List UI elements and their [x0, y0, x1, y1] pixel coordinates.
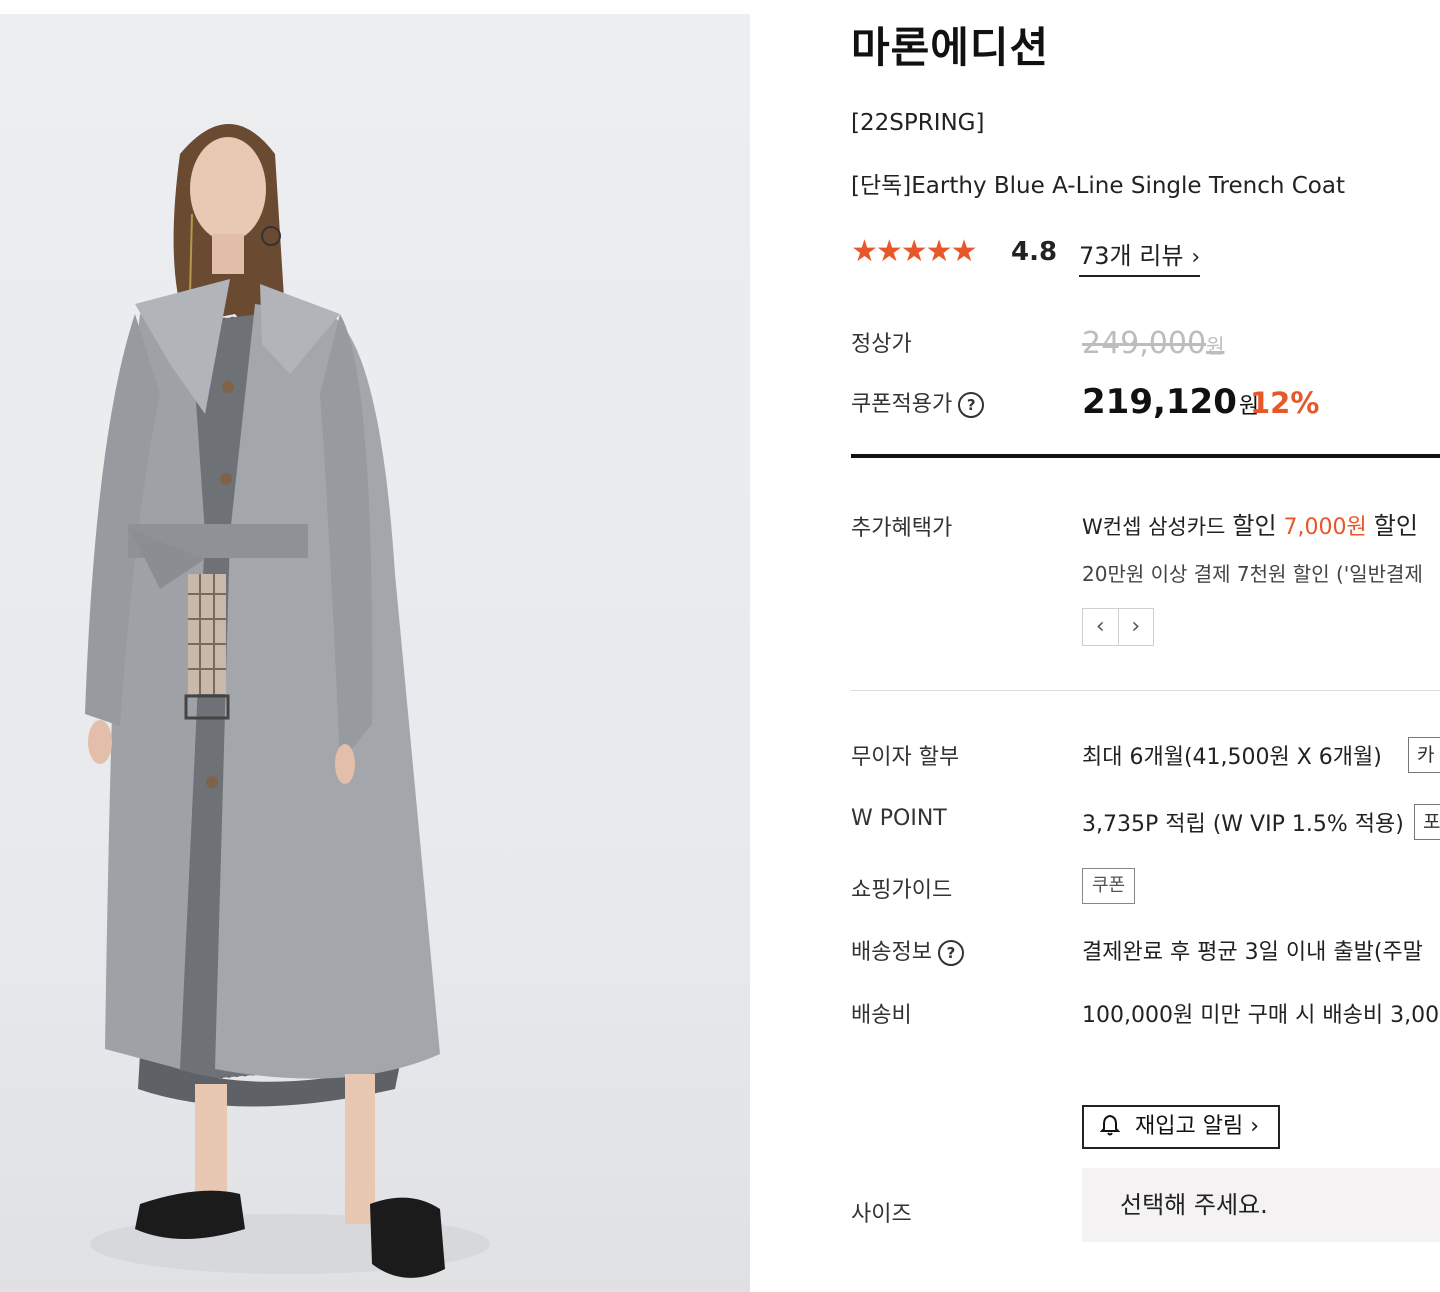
benefit-amount: 7,000원	[1283, 515, 1367, 540]
rating-score: 4.8	[1011, 237, 1058, 267]
section-divider	[851, 454, 1440, 458]
regular-price-value: 249,000	[1082, 326, 1207, 361]
bell-icon	[1099, 1114, 1127, 1139]
size-label: 사이즈	[851, 1202, 912, 1227]
restock-alert-label: 재입고 알림	[1135, 1114, 1244, 1139]
coupon-price: 219,120원	[1082, 382, 1259, 422]
season-tag: [22SPRING]	[851, 110, 985, 136]
shipping-info-label-row: 배송정보?	[851, 934, 964, 966]
benefit-pager: ‹ ›	[1082, 608, 1154, 646]
benefit-card: W컨셉 삼성카드	[1082, 515, 1226, 539]
rating-stars-icon: ★★★★★	[851, 234, 977, 269]
shipping-fee-value: 100,000원 미만 구매 시 배송비 3,00	[1082, 1003, 1440, 1028]
restock-alert-button[interactable]: 재입고 알림 ›	[1082, 1105, 1280, 1149]
point-info-button[interactable]: 포	[1414, 804, 1440, 840]
shipping-fee-label: 배송비	[851, 1003, 912, 1028]
review-link[interactable]: 73개 리뷰 ›	[1079, 236, 1201, 277]
size-select[interactable]: 선택해 주세요.	[1082, 1168, 1440, 1242]
coupon-price-label-row: 쿠폰적용가?	[851, 386, 985, 418]
help-icon[interactable]: ?	[958, 392, 985, 418]
benefit-line-2: 20만원 이상 결제 7천원 할인 ('일반결제	[1082, 562, 1423, 586]
review-count: 73개 리뷰	[1079, 242, 1184, 270]
section-divider-thin	[851, 690, 1440, 691]
coupon-price-value: 219,120	[1082, 382, 1237, 422]
benefit-discount-word: 할인	[1232, 512, 1277, 540]
coupon-button[interactable]: 쿠폰	[1082, 868, 1136, 904]
shopping-guide-label: 쇼핑가이드	[851, 878, 953, 903]
brand-name[interactable]: 마론에디션	[851, 14, 1049, 75]
regular-price-unit: 원	[1206, 334, 1225, 358]
shipping-info-value: 결제완료 후 평균 3일 이내 출발(주말	[1082, 940, 1423, 965]
point-label: W POINT	[851, 806, 947, 831]
installment-label: 무이자 할부	[851, 745, 960, 770]
shipping-info-label: 배송정보	[851, 940, 932, 965]
product-info-panel: 마론에디션 [22SPRING] [단독]Earthy Blue A-Line …	[851, 0, 1440, 1292]
prev-arrow-icon[interactable]: ‹	[1083, 609, 1118, 645]
discount-rate: 12%	[1250, 386, 1320, 420]
benefit-label: 추가혜택가	[851, 516, 953, 541]
card-benefit-button[interactable]: 카	[1408, 737, 1440, 773]
chevron-right-icon: ›	[1250, 1114, 1260, 1139]
point-value: 3,735P 적립 (W VIP 1.5% 적용)	[1082, 812, 1404, 837]
coupon-price-label: 쿠폰적용가	[851, 392, 953, 417]
product-title: [단독]Earthy Blue A-Line Single Trench Coa…	[851, 173, 1345, 199]
help-icon[interactable]: ?	[937, 940, 964, 966]
installment-value: 최대 6개월(41,500원 X 6개월)	[1082, 745, 1382, 770]
regular-price-label: 정상가	[851, 332, 912, 357]
benefit-line-1: W컨셉 삼성카드 할인 7,000원 할인	[1082, 506, 1418, 541]
chevron-right-icon: ›	[1191, 245, 1201, 270]
product-image[interactable]	[0, 14, 750, 1292]
next-arrow-icon[interactable]: ›	[1117, 609, 1154, 645]
benefit-discount-suffix: 할인	[1373, 512, 1418, 540]
regular-price: 249,000원	[1082, 326, 1224, 361]
model-illustration	[85, 124, 490, 1278]
